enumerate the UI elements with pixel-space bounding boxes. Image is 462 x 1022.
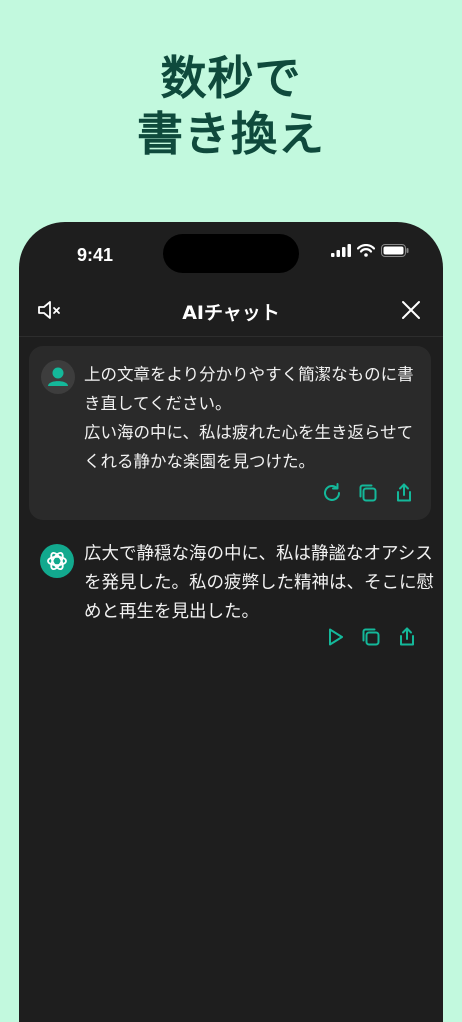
user-avatar [41, 360, 75, 394]
ai-message-line: めと再生を見出した。 [84, 602, 259, 622]
headline-line-1: 数秒で [160, 51, 302, 105]
user-message-line: き直してください。 [84, 394, 232, 413]
cellular-signal-icon [331, 244, 351, 257]
chat-title: AIチャット [182, 302, 280, 324]
close-icon [402, 301, 420, 319]
headline: 数秒で 書き換え [0, 50, 462, 162]
share-icon [397, 483, 411, 502]
phone-frame: 9:41 AIチャット 上の文章をより分かりやすく簡潔なものに書 き直してくださ… [19, 222, 443, 1022]
copy-button[interactable] [360, 626, 382, 648]
user-icon [48, 367, 68, 386]
share-button[interactable] [396, 626, 418, 648]
ai-message-line: 広大で静穏な海の中に、私は静謐なオアシス [84, 544, 433, 564]
ai-message-text: 広大で静穏な海の中に、私は静謐なオアシス を発見した。私の疲弊した精神は、そこに… [84, 540, 434, 627]
wifi-icon [357, 244, 375, 257]
user-message-line: 広い海の中に、私は疲れた心を生き返らせて [84, 423, 414, 442]
user-message-line: くれる静かな楽園を見つけた。 [84, 452, 315, 471]
share-button[interactable] [393, 482, 415, 504]
refresh-icon [324, 483, 340, 501]
ai-avatar [40, 544, 74, 578]
copy-icon [362, 628, 380, 646]
user-message-actions [321, 482, 415, 504]
copy-icon [359, 484, 377, 502]
status-icons [331, 244, 409, 257]
regenerate-button[interactable] [321, 482, 343, 504]
ai-message-line: を発見した。私の疲弊した精神は、そこに慰 [84, 573, 434, 593]
status-bar: 9:41 [19, 222, 443, 282]
chat-navbar: AIチャット [19, 290, 443, 337]
play-icon [329, 628, 343, 646]
user-message-text: 上の文章をより分かりやすく簡潔なものに書 き直してください。 広い海の中に、私は… [84, 360, 426, 476]
play-button[interactable] [324, 626, 346, 648]
headline-line-2: 書き換え [137, 107, 325, 161]
dynamic-island [163, 234, 299, 273]
ai-logo-icon [47, 552, 67, 570]
copy-button[interactable] [357, 482, 379, 504]
ai-message-actions [324, 626, 418, 648]
user-message: 上の文章をより分かりやすく簡潔なものに書 き直してください。 広い海の中に、私は… [29, 346, 431, 520]
close-button[interactable] [397, 296, 425, 324]
battery-icon [381, 244, 409, 257]
share-icon [400, 627, 414, 646]
status-time: 9:41 [77, 245, 114, 265]
user-message-line: 上の文章をより分かりやすく簡潔なものに書 [84, 365, 414, 384]
